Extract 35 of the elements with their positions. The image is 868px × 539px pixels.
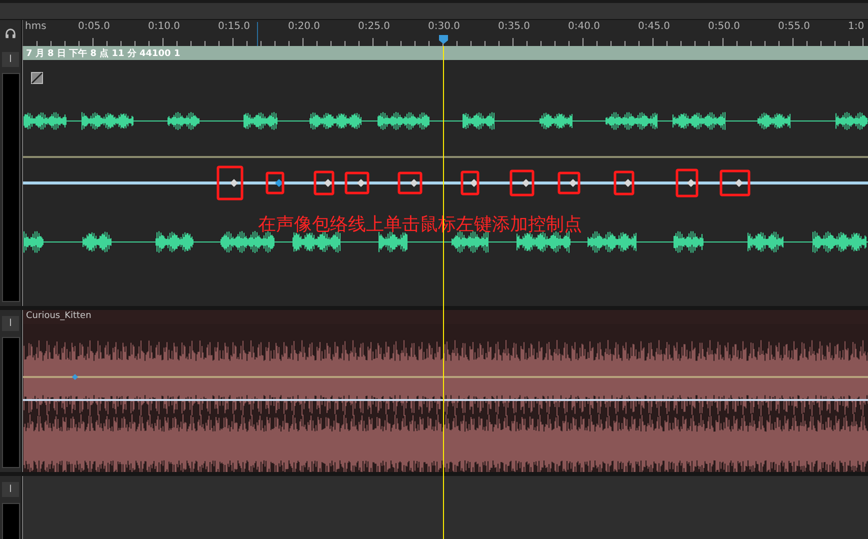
pan-keyframe[interactable] bbox=[522, 179, 530, 187]
pan-keyframe[interactable] bbox=[569, 179, 577, 187]
ruler-label: 1:0 bbox=[848, 21, 864, 32]
pan-keyframe[interactable] bbox=[357, 179, 365, 187]
track-button[interactable]: I bbox=[2, 316, 19, 331]
ruler-label: 0:55.0 bbox=[778, 21, 810, 32]
time-ruler[interactable]: hms 0:05.0 0:10.0 0:15.0 0:20.0 0:25.0 0:30.0 0:35.0 0:40.0 0:45.0 0:50.0 0:55.0 1:0 bbox=[22, 20, 868, 46]
pan-keyframe[interactable] bbox=[470, 179, 478, 187]
track-button[interactable]: I bbox=[2, 52, 19, 67]
track-button[interactable]: I bbox=[2, 482, 19, 497]
ruler-label: 0:40.0 bbox=[568, 21, 600, 32]
clip-title: 7 月 8 日 下午 8 点 11 分 44100 1 bbox=[23, 46, 868, 60]
headphones-icon[interactable] bbox=[5, 28, 16, 39]
pan-keyframe[interactable] bbox=[624, 179, 632, 187]
ruler-label: 0:05.0 bbox=[78, 21, 110, 32]
cursor-marker bbox=[257, 22, 258, 46]
ruler-label: 0:15.0 bbox=[218, 21, 250, 32]
clip-title: Curious_Kitten bbox=[23, 310, 868, 324]
ruler-label: 0:50.0 bbox=[708, 21, 740, 32]
pan-keyframe[interactable] bbox=[410, 179, 418, 187]
level-meter bbox=[2, 503, 20, 539]
ruler-label: 0:10.0 bbox=[148, 21, 180, 32]
pan-keyframe[interactable] bbox=[687, 179, 695, 187]
pan-keyframe[interactable] bbox=[230, 179, 238, 187]
ruler-label: 0:45.0 bbox=[638, 21, 670, 32]
playhead-marker[interactable] bbox=[439, 35, 448, 44]
pan-keyframe[interactable] bbox=[735, 179, 743, 187]
pan-keyframe[interactable] bbox=[324, 179, 332, 187]
ruler-label: 0:35.0 bbox=[498, 21, 530, 32]
ruler-label: 0:30.0 bbox=[428, 21, 460, 32]
fade-icon[interactable] bbox=[31, 72, 43, 84]
ruler-label: 0:25.0 bbox=[358, 21, 390, 32]
ruler-unit: hms bbox=[25, 21, 46, 32]
pan-keyframe[interactable] bbox=[275, 179, 283, 187]
ruler-label: 0:20.0 bbox=[288, 21, 320, 32]
